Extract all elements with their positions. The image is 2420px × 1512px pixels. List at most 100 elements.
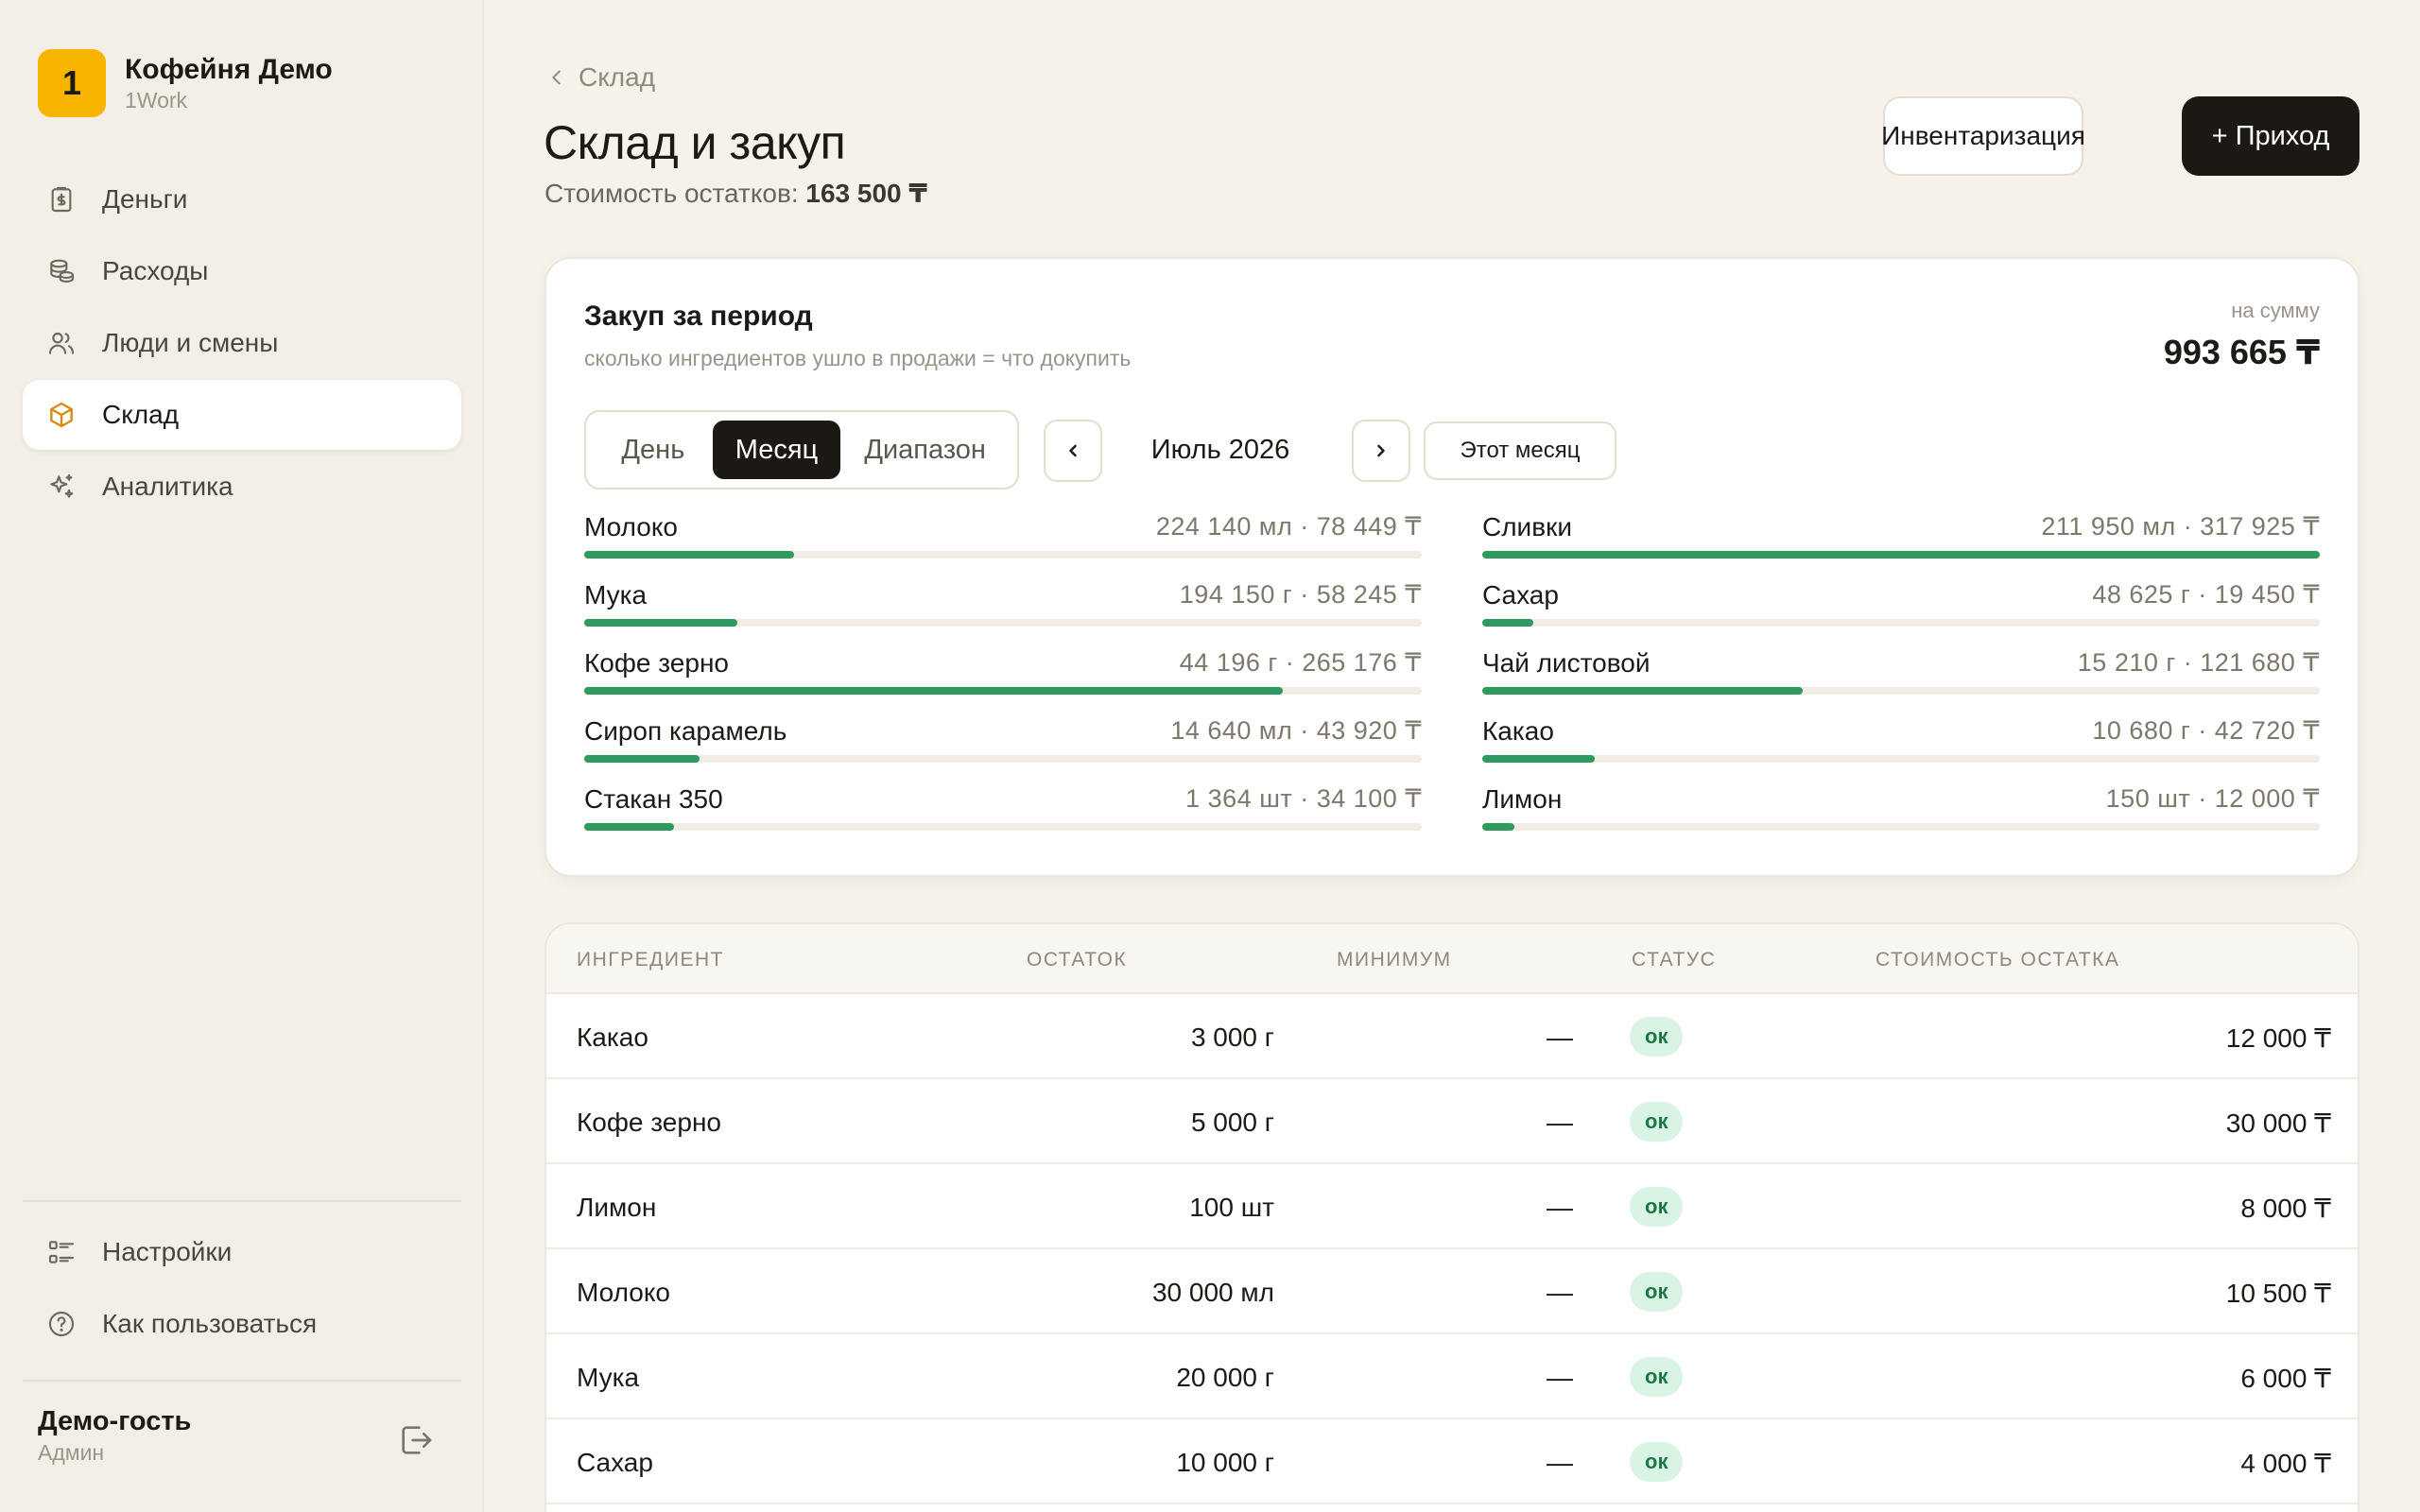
purchase-item-value: 224 140 мл · 78 449 ₸ [1155,512,1422,541]
total-sum-label: на сумму [2231,299,2320,322]
table-body: Какао 3 000 г — ок 12 000 ₸ Кофе зерно 5 000 г… [546,994,2358,1504]
coins-icon [45,255,78,287]
current-period: Июль 2026 [1150,435,1290,465]
user-name: Демо-гость [38,1406,192,1436]
purchase-item: Какао 10 680 г · 42 720 ₸ [1482,716,2320,784]
purchase-item-name: Чай листовой [1482,648,1651,678]
sidebar-item-settings[interactable]: Настройки [23,1217,461,1287]
chevron-left-icon [552,70,561,85]
sidebar-item-people[interactable]: Люди и смены [23,308,461,378]
sidebar-item-money[interactable]: Деньги [23,164,461,234]
purchase-item-value: 14 640 мл · 43 920 ₸ [1170,716,1422,745]
progress-track [584,687,1422,695]
sidebar-item-help[interactable]: Как пользоваться [23,1289,461,1359]
sidebar-item-label: Расходы [102,256,209,285]
cell-ingredient: Молоко [577,1278,670,1307]
cell-stock: 5 000 г [1190,1108,1274,1137]
status-badge: ок [1630,1442,1684,1482]
help-circle-icon [45,1308,78,1340]
status-badge: ок [1630,1272,1684,1312]
purchase-item-value: 194 150 г · 58 245 ₸ [1179,580,1422,609]
progress-fill [1482,823,1514,831]
period-segmented-control: День Месяц Диапазон [584,410,1019,490]
cell-stock: 3 000 г [1190,1022,1274,1052]
cell-ingredient: Лимон [577,1193,657,1222]
purchase-item-name: Сироп карамель [584,716,787,746]
purchase-item-name: Кофе зерно [584,648,729,678]
sidebar-item-label: Люди и смены [102,328,279,357]
sidebar-item-label: Склад [102,400,180,429]
bottom-nav: Настройки Как пользоваться [23,1217,461,1361]
status-badge: ок [1630,1017,1684,1057]
sidebar-item-analytics[interactable]: Аналитика [23,452,461,522]
progress-fill [584,619,738,627]
cell-cost: 8 000 ₸ [2240,1194,2331,1223]
card-subtitle: сколько ингредиентов ушло в продажи = чт… [584,346,1132,370]
cell-stock: 100 шт [1189,1193,1274,1222]
purchase-item: Лимон 150 шт · 12 000 ₸ [1482,784,2320,852]
sidebar-item-expenses[interactable]: Расходы [23,236,461,306]
progress-track [1482,823,2320,831]
column-header-minimum[interactable]: МИНИМУМ [1337,949,1452,971]
cell-cost: 12 000 ₸ [2225,1023,2331,1053]
sidebar-divider [23,1200,461,1202]
table-row[interactable]: Какао 3 000 г — ок 12 000 ₸ [546,994,2358,1079]
purchase-item-name: Лимон [1482,784,1563,814]
segment-day[interactable]: День [594,421,713,479]
cell-minimum: — [1547,1022,1573,1052]
status-badge: ок [1630,1102,1684,1142]
column-header-ingredient[interactable]: ИНГРЕДИЕНТ [577,949,724,971]
breadcrumb-label: Склад [579,62,656,92]
add-income-button[interactable]: + Приход [2182,96,2360,176]
box-icon [45,399,78,431]
purchase-item-name: Мука [584,580,648,610]
page-title: Склад и закуп [544,116,846,169]
sidebar-item-label: Деньги [102,184,188,214]
cell-ingredient: Сахар [577,1448,653,1477]
table-row[interactable]: Сахар 10 000 г — ок 4 000 ₸ [546,1419,2358,1504]
progress-fill [584,823,674,831]
inventory-button[interactable]: Инвентаризация [1881,96,2085,176]
stock-table: ИНГРЕДИЕНТ ОСТАТОК МИНИМУМ СТАТУС СТОИМО… [544,922,2360,1512]
purchase-item-value: 1 364 шт · 34 100 ₸ [1185,784,1422,813]
column-header-stock[interactable]: ОСТАТОК [1027,949,1127,971]
purchase-item-value: 150 шт · 12 000 ₸ [2105,784,2320,813]
progress-fill [1482,551,2320,558]
progress-fill [1482,755,1595,763]
table-row[interactable]: Кофе зерно 5 000 г — ок 30 000 ₸ [546,1079,2358,1164]
bars-right-column: Сливки 211 950 мл · 317 925 ₸ Сахар 48 625 … [1482,512,2320,852]
total-sum: 993 665 ₸ [2163,333,2320,371]
segment-range[interactable]: Диапазон [840,421,1010,479]
table-row[interactable]: Лимон 100 шт — ок 8 000 ₸ [546,1164,2358,1249]
next-period-button[interactable] [1352,420,1410,482]
purchase-item-value: 48 625 г · 19 450 ₸ [2092,580,2320,609]
brand[interactable]: 1 Кофейня Демо 1Work [38,49,333,117]
users-icon [45,327,78,359]
table-header: ИНГРЕДИЕНТ ОСТАТОК МИНИМУМ СТАТУС СТОИМО… [546,924,2358,994]
column-header-status[interactable]: СТАТУС [1632,949,1716,971]
table-row[interactable]: Молоко 30 000 мл — ок 10 500 ₸ [546,1249,2358,1334]
cell-ingredient: Кофе зерно [577,1108,721,1137]
segment-month[interactable]: Месяц [712,421,841,479]
main-nav: Деньги Расходы Люди и смены Склад Аналит… [23,164,461,524]
table-row[interactable]: Мука 20 000 г — ок 6 000 ₸ [546,1334,2358,1419]
breadcrumb[interactable]: Склад [546,62,655,93]
progress-track [1482,619,2320,627]
cell-stock: 30 000 мл [1151,1278,1274,1307]
stock-value-summary: Стоимость остатков: 163 500 ₸ [544,178,927,209]
brand-subtitle: 1Work [125,88,188,112]
column-header-cost[interactable]: СТОИМОСТЬ ОСТАТКА [1876,949,2119,971]
prev-period-button[interactable] [1044,420,1102,482]
this-month-button[interactable]: Этот месяц [1424,421,1616,480]
cell-stock: 20 000 г [1176,1363,1274,1392]
cell-stock: 10 000 г [1176,1448,1274,1477]
cell-minimum: — [1547,1448,1573,1477]
status-badge: ок [1630,1187,1684,1227]
sidebar-item-label: Как пользоваться [102,1309,318,1338]
user-role: Админ [38,1440,105,1465]
sidebar-item-warehouse[interactable]: Склад [23,380,461,450]
cell-cost: 30 000 ₸ [2225,1108,2331,1138]
purchase-item-value: 10 680 г · 42 720 ₸ [2092,716,2320,745]
purchase-item-name: Сахар [1482,580,1559,610]
logout-icon[interactable] [397,1421,435,1459]
